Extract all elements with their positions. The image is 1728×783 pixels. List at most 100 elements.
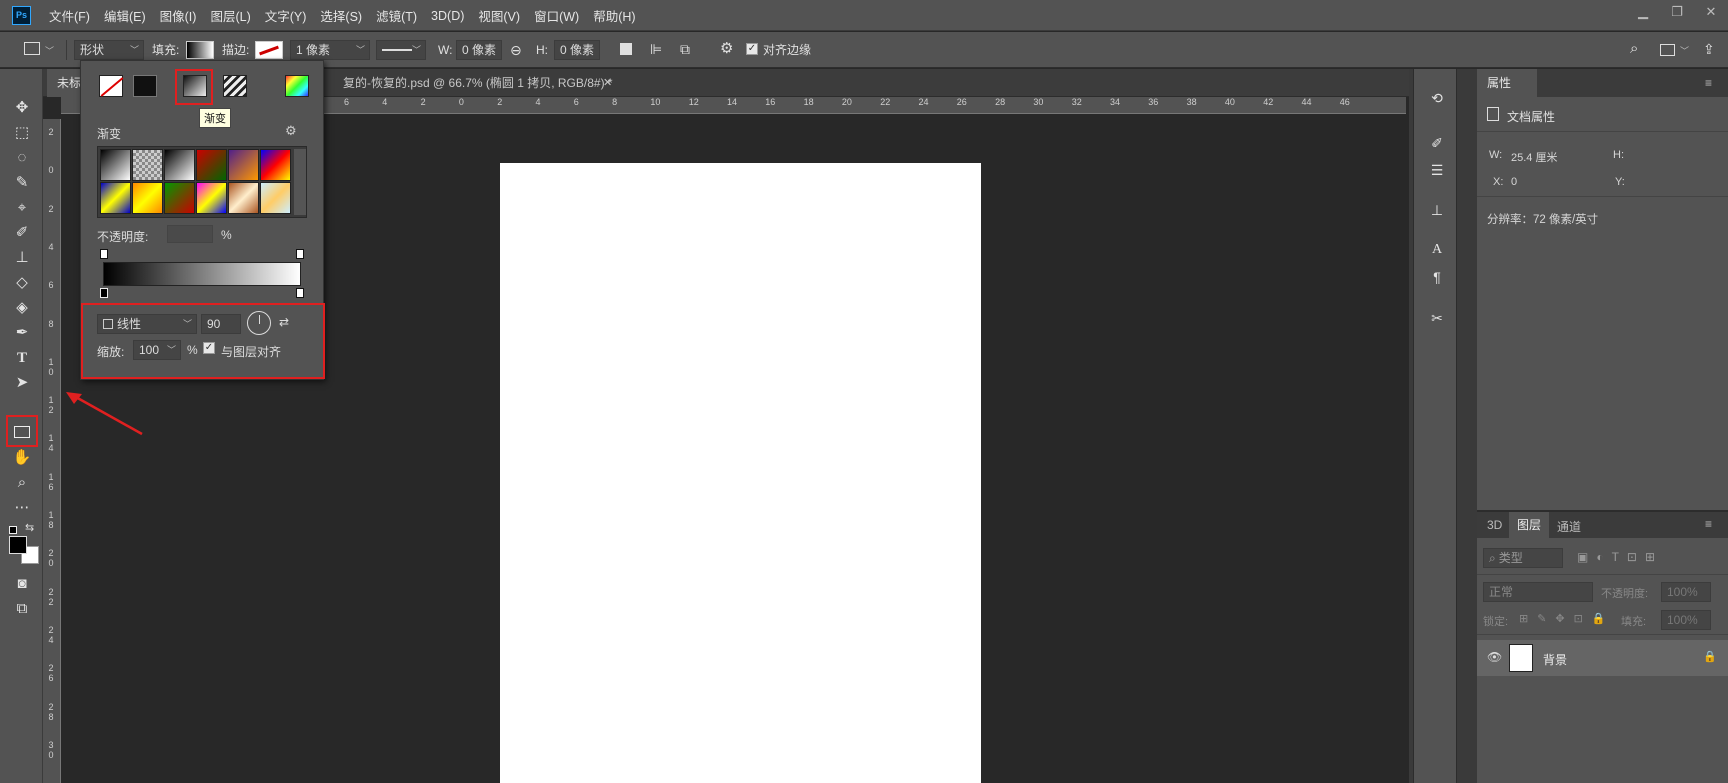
link-icon[interactable]: ⊖ <box>510 40 522 60</box>
pattern-swatch[interactable] <box>223 75 247 97</box>
tab-3d[interactable]: 3D <box>1487 518 1502 532</box>
path-select-tool-icon[interactable]: ➤ <box>11 372 33 394</box>
gradient-preset[interactable] <box>260 182 291 214</box>
search-icon[interactable]: ⌕ <box>1630 39 1638 59</box>
lock-icons[interactable]: ⊞✎✥⊡🔒 <box>1519 612 1615 625</box>
tool-mode-select[interactable]: 形状 ﹀ <box>74 40 144 60</box>
tab-recovered-psd[interactable]: 复的-恢复的.psd @ 66.7% (椭圆 1 拷贝, RGB/8#) * <box>343 69 613 97</box>
tab-properties[interactable]: 属性 <box>1477 69 1537 97</box>
gradient-preset[interactable] <box>100 149 131 181</box>
menu-edit[interactable]: 编辑(E) <box>104 6 146 25</box>
pen-tool-icon[interactable]: ✒ <box>11 322 33 344</box>
eraser-tool-icon[interactable]: ◇ <box>11 272 33 294</box>
adjustments-icon[interactable]: ☰ <box>1426 159 1448 181</box>
screen-mode-icon[interactable]: ⧉ <box>11 598 33 620</box>
shape-tool-preset-icon[interactable] <box>24 42 40 55</box>
paragraph-icon[interactable]: ¶ <box>1426 266 1448 288</box>
preset-scrollbar[interactable] <box>294 149 306 215</box>
menu-image[interactable]: 图像(I) <box>160 6 197 25</box>
menu-filter[interactable]: 滤镜(T) <box>376 6 417 25</box>
gradient-preset[interactable] <box>228 182 259 214</box>
gear-icon[interactable]: ⚙ <box>285 123 297 139</box>
move-tool-icon[interactable]: ✥ <box>11 97 33 119</box>
menu-3d[interactable]: 3D(D) <box>431 9 464 23</box>
panel-menu-icon[interactable]: ≡ <box>1705 517 1712 531</box>
path-alignment-icon[interactable]: ⊫ <box>650 39 662 59</box>
gradient-type-select[interactable]: 线性 ﹀ <box>97 314 197 334</box>
tab-layers[interactable]: 图层 <box>1509 512 1549 538</box>
opacity-input[interactable] <box>167 225 213 243</box>
clone-source-icon[interactable]: ⊥ <box>1426 199 1448 221</box>
zoom-tool-icon[interactable]: ⌕ <box>11 472 33 494</box>
stroke-swatch[interactable] <box>255 41 283 59</box>
height-input[interactable]: 0 像素 <box>554 40 600 60</box>
share-icon[interactable]: ⇪ <box>1703 39 1715 59</box>
gradient-preset[interactable] <box>100 182 131 214</box>
menu-file[interactable]: 文件(F) <box>49 6 90 25</box>
menu-select[interactable]: 选择(S) <box>320 6 362 25</box>
character-icon[interactable]: A <box>1426 239 1448 261</box>
document-canvas[interactable] <box>500 163 981 783</box>
maximize-button[interactable]: ❐ <box>1660 0 1694 24</box>
close-button[interactable]: ✕ <box>1694 0 1728 24</box>
reverse-gradient-icon[interactable]: ⇄ <box>279 315 289 329</box>
gradient-preset[interactable] <box>228 149 259 181</box>
gradient-bar[interactable] <box>103 262 301 286</box>
eye-icon[interactable]: 👁 <box>1487 650 1502 664</box>
gradient-preset[interactable] <box>260 149 291 181</box>
layer-fill-input[interactable]: 100% <box>1661 610 1711 630</box>
align-with-layer-checkbox[interactable]: ✓ <box>203 342 215 354</box>
more-tools-icon[interactable]: ⋯ <box>11 497 33 519</box>
opacity-stop-right[interactable] <box>296 249 304 259</box>
menu-window[interactable]: 窗口(W) <box>534 6 579 25</box>
hand-tool-icon[interactable]: ✋ <box>11 447 33 469</box>
workspace-icon[interactable] <box>1660 44 1675 56</box>
panel-menu-icon[interactable]: ≡ <box>1705 76 1712 90</box>
tab-channels[interactable]: 通道 <box>1557 518 1581 535</box>
angle-dial[interactable] <box>247 311 271 335</box>
stroke-type-select[interactable]: ﹀ <box>376 40 426 60</box>
quick-select-tool-icon[interactable]: ✎ <box>11 172 33 194</box>
solid-color-swatch[interactable] <box>133 75 157 97</box>
paint-bucket-tool-icon[interactable]: ◈ <box>11 297 33 319</box>
minimize-button[interactable]: ▁ <box>1626 0 1660 24</box>
layer-opacity-input[interactable]: 100% <box>1661 582 1711 602</box>
default-colors-icon[interactable] <box>9 526 17 534</box>
scale-input[interactable]: 100 ﹀ <box>133 340 181 360</box>
quick-mask-icon[interactable]: ◙ <box>11 573 33 595</box>
path-arrangement-icon[interactable]: ⧉ <box>680 39 690 59</box>
eyedropper-tool-icon[interactable]: ⌖ <box>11 197 33 219</box>
menu-type[interactable]: 文字(Y) <box>265 6 307 25</box>
no-fill-swatch[interactable] <box>99 75 124 97</box>
color-stop-left[interactable] <box>100 288 108 298</box>
menu-help[interactable]: 帮助(H) <box>593 6 635 25</box>
brush-tool-icon[interactable]: ✐ <box>11 222 33 244</box>
layer-filter-select[interactable]: ⌕ 类型 <box>1483 548 1563 568</box>
gradient-preset[interactable] <box>132 182 163 214</box>
lasso-tool-icon[interactable]: ◌ <box>11 147 33 169</box>
tab-close-icon[interactable]: ✕ <box>603 69 612 97</box>
gradient-preset[interactable] <box>164 182 195 214</box>
tool-presets-icon[interactable]: ✂ <box>1426 307 1448 329</box>
foreground-color-swatch[interactable] <box>9 536 27 554</box>
gradient-preset[interactable] <box>196 182 227 214</box>
gradient-preset[interactable] <box>164 149 195 181</box>
type-tool-icon[interactable]: T <box>11 347 33 369</box>
brush-settings-icon[interactable]: ✐ <box>1426 132 1448 154</box>
align-edges-checkbox[interactable]: ✓ <box>746 43 758 55</box>
color-picker-swatch[interactable] <box>285 75 309 97</box>
marquee-tool-icon[interactable]: ⬚ <box>11 122 33 144</box>
menu-view[interactable]: 视图(V) <box>478 6 520 25</box>
opacity-stop-left[interactable] <box>100 249 108 259</box>
gear-icon[interactable]: ⚙ <box>720 39 733 59</box>
gradient-preset[interactable] <box>132 149 163 181</box>
angle-input[interactable]: 90 <box>201 314 241 334</box>
blend-mode-select[interactable]: 正常 <box>1483 582 1593 602</box>
swap-colors-icon[interactable]: ⇆ <box>25 521 34 534</box>
path-operations-icon[interactable] <box>620 43 632 55</box>
filter-icons[interactable]: ▣◐T⊡⊞ <box>1577 550 1663 564</box>
menu-layer[interactable]: 图层(L) <box>210 6 250 25</box>
width-input[interactable]: 0 像素 <box>456 40 502 60</box>
layer-row[interactable]: 👁 背景 🔒 <box>1477 640 1728 676</box>
stamp-tool-icon[interactable]: ⊥ <box>11 247 33 269</box>
